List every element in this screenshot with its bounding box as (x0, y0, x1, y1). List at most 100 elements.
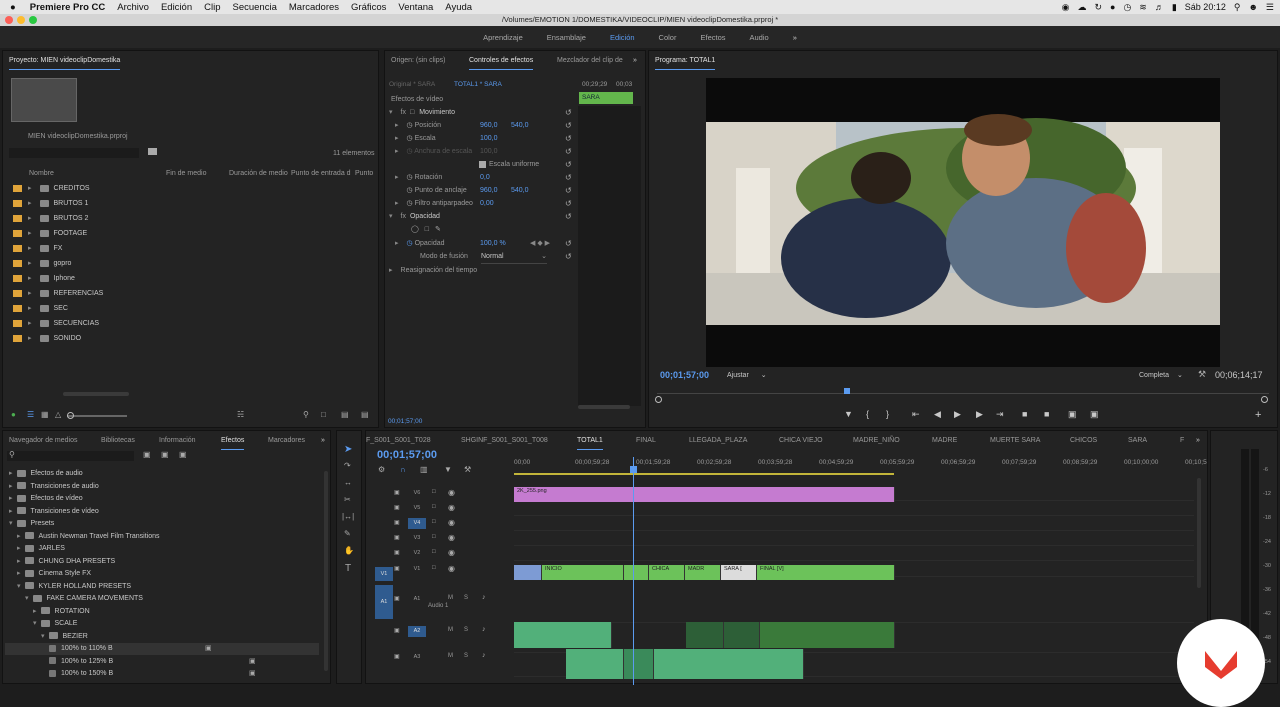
sequence-tab[interactable]: MUERTE SARA (990, 431, 1040, 451)
insert-nest-icon[interactable]: ⚙ (378, 465, 385, 474)
snap-icon[interactable]: ∩ (400, 465, 406, 474)
expand-icon[interactable]: ▸ (28, 335, 32, 342)
expand-icon[interactable]: ▸ (17, 570, 21, 577)
effects-list-item[interactable]: ▸ Cinema Style FX (17, 568, 91, 580)
bin-icon[interactable] (148, 148, 157, 155)
effects-list-item[interactable]: ▸ Efectos de vídeo (9, 493, 83, 505)
expand-icon[interactable]: ▸ (28, 245, 32, 252)
zoom-slider-handle[interactable] (67, 412, 74, 419)
add-button-icon[interactable]: + (1255, 409, 1261, 421)
mute-button-icon[interactable]: M (448, 653, 453, 659)
menu-archivo[interactable]: Archivo (111, 2, 155, 13)
list-view-icon[interactable]: ☰ (27, 410, 34, 419)
search-icon[interactable]: ⚲ (303, 410, 309, 419)
menu-secuencia[interactable]: Secuencia (227, 2, 283, 13)
export-frame-icon[interactable]: ▣ (1068, 409, 1077, 420)
track-target-toggle[interactable]: V4 (408, 518, 426, 529)
ripple-edit-icon[interactable]: ↔ (344, 478, 352, 487)
collapse-icon[interactable]: ▾ (9, 520, 13, 527)
source-patch-a1[interactable]: A1 (375, 585, 393, 619)
menu-edicion[interactable]: Edición (155, 2, 198, 13)
sync-lock-icon[interactable]: □ (432, 489, 436, 495)
reset-param-icon[interactable]: ↺ (565, 252, 572, 261)
hand-tool-icon[interactable]: ✋ (344, 546, 354, 555)
slip-tool-icon[interactable]: |↔| (342, 512, 354, 521)
microphone-icon[interactable]: ♪ (482, 594, 486, 601)
panel-expand-icon[interactable]: » (1196, 431, 1200, 451)
video-clip-final[interactable]: FINAL [V] (757, 565, 895, 580)
effects-list-item[interactable]: ▾ FAKE CAMERA MOVEMENTS (25, 593, 143, 605)
fit-dropdown[interactable]: Ajustar ⌄ (727, 371, 777, 379)
sequence-tab[interactable]: CHICA VIEJO (779, 431, 823, 451)
effects-list-item[interactable]: ▾ Presets (9, 518, 54, 530)
search-icon[interactable]: ⚲ (1234, 2, 1241, 13)
track-lock-icon[interactable]: ▣ (394, 653, 400, 660)
project-bin-row[interactable]: ▸ FX (13, 241, 62, 256)
ws-aprendizaje[interactable]: Aprendizaje (471, 33, 535, 42)
audio-clip-a2-3[interactable] (724, 622, 760, 648)
sequence-tab[interactable]: FINAL (636, 431, 656, 451)
eye-icon[interactable]: ◉ (448, 518, 455, 527)
reset-param-icon[interactable]: ↺ (565, 199, 572, 208)
yuv-icon[interactable]: ▣ (179, 450, 187, 459)
reset-param-icon[interactable]: ↺ (565, 134, 572, 143)
effects-list-item[interactable]: ▸ CHUNG DHA PRESETS (17, 556, 115, 568)
ws-efectos[interactable]: Efectos (688, 33, 737, 42)
expand-icon[interactable]: ▸ (28, 305, 32, 312)
effects-list-item[interactable]: ▾ KYLER HOLLAND PRESETS (17, 581, 131, 593)
project-bin-row[interactable]: ▸ SECUENCIAS (13, 316, 99, 331)
mute-button-icon[interactable]: M (448, 627, 453, 633)
play-icon[interactable]: ▶ (954, 409, 961, 420)
track-lane[interactable] (514, 593, 1194, 623)
expand-icon[interactable]: ▸ (28, 290, 32, 297)
tab-clip-mixer[interactable]: Mezclador del clip de (557, 51, 623, 71)
sync-lock-icon[interactable]: □ (432, 519, 436, 525)
timeline-settings-icon[interactable]: ⚒ (464, 465, 471, 474)
track-lock-icon[interactable]: ▣ (394, 534, 400, 541)
position-y-value[interactable]: 540,0 (511, 118, 529, 133)
panel-expand-icon[interactable]: » (321, 431, 325, 451)
ellipse-mask-icon[interactable]: ◯ (411, 222, 419, 237)
blend-mode-select[interactable]: Normal ⌄ (481, 249, 547, 264)
project-bin-row[interactable]: ▸ gopro (13, 256, 71, 271)
video-clip-blue[interactable] (514, 565, 542, 580)
icon-view-icon[interactable]: ▦ (41, 410, 49, 419)
track-target-toggle[interactable]: V2 (408, 548, 426, 559)
master-clip-label[interactable]: Original * SARA (389, 81, 435, 88)
sequence-clip-label[interactable]: TOTAL1 * SARA (454, 81, 502, 88)
microphone-icon[interactable]: ♪ (482, 652, 486, 659)
zoom-window-button[interactable] (29, 16, 37, 24)
reset-param-icon[interactable]: ↺ (565, 160, 572, 169)
selection-tool-icon[interactable]: ➤ (344, 444, 352, 455)
tab-markers[interactable]: Marcadores (268, 431, 305, 451)
effects-list-item[interactable]: 100% to 150% B ▣ (49, 668, 256, 680)
track-lane[interactable] (514, 517, 1194, 531)
lift-icon[interactable]: ■ (1022, 409, 1027, 419)
col-media-duration[interactable]: Duración de medio (229, 167, 288, 181)
source-patch-v1[interactable]: V1 (375, 567, 393, 581)
panel-expand-icon[interactable]: » (633, 51, 637, 71)
anchor-y-value[interactable]: 540,0 (511, 183, 529, 198)
linked-selection-icon[interactable]: ▥ (420, 465, 428, 474)
new-item-icon[interactable]: ▤ (341, 410, 349, 419)
track-select-icon[interactable]: ↷ (344, 461, 351, 470)
track-lock-icon[interactable]: ▣ (394, 504, 400, 511)
eye-icon[interactable]: ◉ (448, 533, 455, 542)
pen-tool-icon[interactable]: ✎ (344, 529, 351, 538)
audio-clip-a3-1[interactable] (566, 649, 624, 679)
wifi-icon[interactable]: ≋ (1139, 2, 1147, 13)
eye-icon[interactable]: ◉ (448, 564, 455, 573)
menu-ayuda[interactable]: Ayuda (439, 2, 478, 13)
tab-media-browser[interactable]: Navegador de medios (9, 431, 78, 451)
video-clip-madre[interactable]: MADR (685, 565, 721, 580)
reset-param-icon[interactable]: ↺ (565, 186, 572, 195)
razor-tool-icon[interactable]: ✂ (344, 495, 351, 504)
new-bin-icon[interactable]: □ (321, 410, 326, 419)
program-scrubber[interactable] (657, 393, 1269, 401)
ws-audio[interactable]: Audio (738, 33, 781, 42)
app-menu[interactable]: Premiere Pro CC (22, 2, 112, 13)
battery-icon[interactable]: ▮ (1172, 2, 1177, 13)
expand-icon[interactable]: ▸ (9, 483, 13, 490)
sequence-tab[interactable]: SHGINF_S001_S001_T008 (461, 431, 548, 451)
playhead-handle[interactable] (630, 466, 637, 473)
